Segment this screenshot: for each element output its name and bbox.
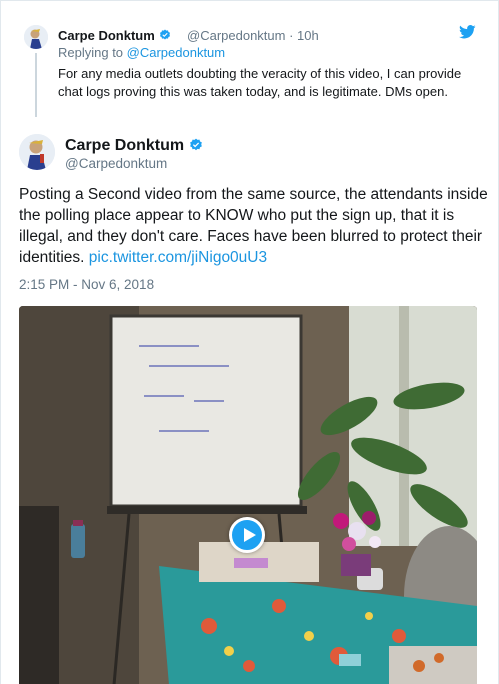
- replying-to: Replying to @Carpedonktum: [58, 45, 225, 60]
- verified-badge-icon: [159, 29, 170, 40]
- reply-author-name-text: Carpe Donktum: [58, 28, 155, 43]
- author-name[interactable]: Carpe Donktum: [65, 137, 203, 155]
- author-handle[interactable]: @Carpedonktum: [65, 156, 167, 171]
- play-icon[interactable]: [229, 517, 265, 553]
- twitter-bird-icon[interactable]: [459, 25, 476, 39]
- reply-text: For any media outlets doubting the verac…: [58, 66, 462, 99]
- tweet-text: Posting a Second video from the same sou…: [19, 184, 489, 268]
- video-player[interactable]: [19, 306, 477, 684]
- tweet-timestamp[interactable]: 2:15 PM - Nov 6, 2018: [19, 277, 154, 292]
- reply-author-name[interactable]: Carpe Donktum: [58, 28, 171, 43]
- tweet-card: Carpe Donktum @Carpedonktum · 10h Replyi…: [0, 0, 499, 684]
- reply-avatar[interactable]: [24, 25, 48, 49]
- media-link[interactable]: pic.twitter.com/jiNigo0uU3: [89, 249, 267, 266]
- reply-handle-time[interactable]: @Carpedonktum · 10h: [187, 28, 319, 43]
- video-thumbnail: [19, 306, 477, 684]
- replying-prefix: Replying to: [58, 45, 127, 60]
- thread-line: [35, 53, 37, 117]
- author-avatar[interactable]: [19, 134, 55, 170]
- replying-to-link[interactable]: @Carpedonktum: [127, 45, 225, 60]
- author-name-text: Carpe Donktum: [65, 137, 185, 154]
- verified-badge-icon: [190, 138, 202, 151]
